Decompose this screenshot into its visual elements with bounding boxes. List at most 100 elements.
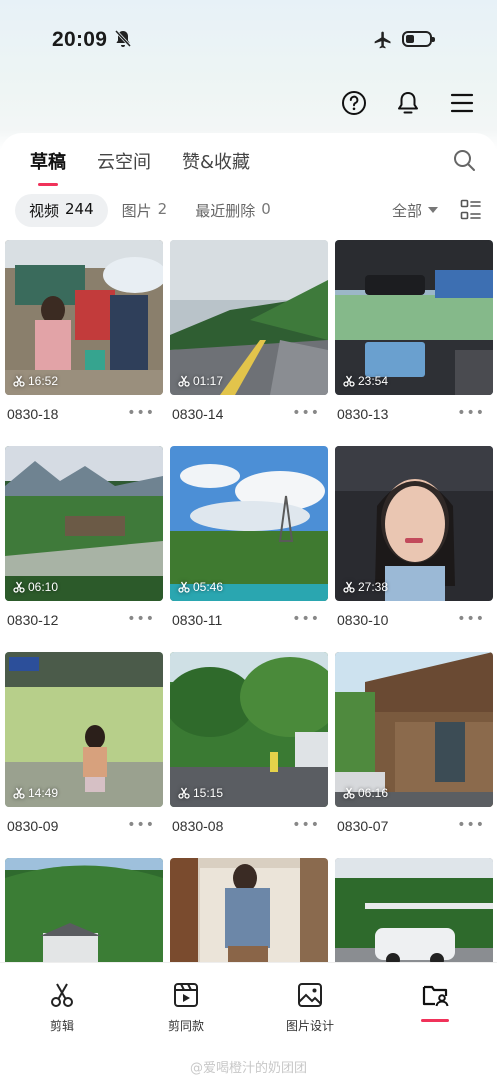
draft-duration: 15:15 — [178, 786, 223, 800]
help-icon[interactable] — [339, 88, 369, 118]
more-options-icon[interactable]: ••• — [127, 611, 155, 627]
tab-drafts[interactable]: 草稿 — [30, 148, 66, 186]
airplane-mode-icon — [374, 31, 391, 49]
draft-name: 0830-12 — [7, 612, 59, 628]
more-options-icon[interactable]: ••• — [457, 405, 485, 421]
draft-item[interactable]: 14:49 0830-09 ••• — [5, 652, 163, 858]
draft-thumbnail[interactable]: 16:52 — [5, 240, 163, 395]
tab-likes-favorites[interactable]: 赞&收藏 — [182, 148, 250, 174]
draft-thumbnail[interactable]: 14:49 — [5, 652, 163, 807]
draft-preview-image — [335, 240, 493, 395]
nav-label: 图片设计 — [285, 1019, 334, 1033]
more-options-icon[interactable]: ••• — [292, 817, 320, 833]
scissors-icon — [13, 581, 25, 593]
draft-item[interactable]: 06:10 0830-12 ••• — [5, 446, 163, 652]
scissors-icon — [343, 581, 355, 593]
image-design-icon — [298, 983, 322, 1007]
scissors-icon — [13, 787, 25, 799]
draft-preview-image — [170, 240, 328, 395]
draft-item[interactable]: 16:52 0830-18 ••• — [5, 240, 163, 446]
filter-images[interactable]: 图片 2 — [108, 194, 182, 227]
more-options-icon[interactable]: ••• — [127, 817, 155, 833]
duration-text: 14:49 — [28, 786, 59, 800]
nav-templates[interactable]: 剪同款 — [146, 981, 226, 1034]
filter-label: 视频 — [29, 201, 60, 220]
draft-thumbnail[interactable]: 06:16 — [335, 652, 493, 807]
notification-bell-icon[interactable] — [393, 88, 423, 118]
duration-text: 05:46 — [193, 580, 224, 594]
draft-preview-image — [170, 858, 328, 963]
filter-recently-deleted[interactable]: 最近删除 0 — [181, 194, 285, 227]
draft-name: 0830-07 — [337, 818, 389, 834]
draft-preview-image — [170, 652, 328, 807]
sort-label: 全部 — [391, 201, 422, 220]
draft-duration: 06:10 — [13, 580, 58, 594]
draft-name: 0830-08 — [172, 818, 224, 834]
duration-text: 01:17 — [193, 374, 224, 388]
duration-text: 15:15 — [193, 786, 224, 800]
draft-item[interactable]: 23:54 0830-13 ••• — [335, 240, 493, 446]
draft-thumbnail[interactable] — [5, 858, 163, 963]
duration-text: 23:54 — [358, 374, 389, 388]
sort-dropdown[interactable]: 全部 — [392, 200, 438, 221]
scissors-icon — [178, 581, 190, 593]
draft-duration: 14:49 — [13, 786, 58, 800]
filter-bar: 视频 244 图片 2 最近删除 0 全部 — [15, 193, 482, 227]
more-options-icon[interactable]: ••• — [457, 817, 485, 833]
active-tab-indicator — [421, 1019, 449, 1022]
more-options-icon[interactable]: ••• — [457, 611, 485, 627]
draft-preview-image — [335, 446, 493, 601]
draft-item[interactable]: 27:38 0830-10 ••• — [335, 446, 493, 652]
draft-duration: 01:17 — [178, 374, 223, 388]
more-options-icon[interactable]: ••• — [127, 405, 155, 421]
draft-thumbnail[interactable]: 15:15 — [170, 652, 328, 807]
draft-item[interactable]: 05:46 0830-11 ••• — [170, 446, 328, 652]
draft-name: 0830-18 — [7, 406, 59, 422]
draft-thumbnail[interactable]: 05:46 — [170, 446, 328, 601]
draft-item[interactable] — [335, 858, 493, 963]
draft-name: 0830-10 — [337, 612, 389, 628]
main-tabs: 草稿 云空间 赞&收藏 — [30, 148, 250, 186]
more-options-icon[interactable]: ••• — [292, 405, 320, 421]
draft-thumbnail[interactable]: 06:10 — [5, 446, 163, 601]
filter-count: 0 — [261, 199, 271, 218]
draft-name: 0830-14 — [172, 406, 224, 422]
filter-count: 2 — [157, 199, 168, 218]
draft-preview-image — [5, 858, 163, 963]
tab-cloud-space[interactable]: 云空间 — [97, 148, 151, 174]
draft-preview-image — [5, 652, 163, 807]
list-view-toggle-icon[interactable] — [460, 199, 482, 221]
draft-item[interactable] — [170, 858, 328, 963]
nav-label: 剪同款 — [167, 1019, 204, 1033]
draft-name: 0830-11 — [172, 612, 223, 628]
nav-label: 剪辑 — [49, 1019, 74, 1033]
scissors-icon — [343, 375, 355, 387]
menu-icon[interactable] — [447, 88, 477, 118]
draft-item[interactable]: 06:16 0830-07 ••• — [335, 652, 493, 858]
draft-thumbnail[interactable]: 23:54 — [335, 240, 493, 395]
chevron-down-icon — [428, 207, 438, 213]
filter-videos[interactable]: 视频 244 — [15, 193, 108, 227]
status-time: 20:09 — [52, 28, 108, 51]
drafts-grid: 16:52 0830-18 ••• 01:17 0830-14 ••• 23:54 0830-… — [5, 240, 493, 963]
draft-duration: 05:46 — [178, 580, 223, 594]
draft-item[interactable] — [5, 858, 163, 963]
duration-text: 06:10 — [28, 580, 59, 594]
draft-thumbnail[interactable]: 27:38 — [335, 446, 493, 601]
draft-item[interactable]: 01:17 0830-14 ••• — [170, 240, 328, 446]
search-icon[interactable] — [452, 148, 476, 172]
nav-edit[interactable]: 剪辑 — [22, 981, 102, 1034]
draft-name: 0830-09 — [7, 818, 59, 834]
status-bar: 20:09 — [0, 0, 497, 80]
battery-icon — [402, 31, 435, 47]
template-icon — [174, 983, 198, 1007]
more-options-icon[interactable]: ••• — [292, 611, 320, 627]
draft-thumbnail[interactable] — [170, 858, 328, 963]
nav-drafts[interactable] — [395, 981, 475, 1013]
draft-thumbnail[interactable] — [335, 858, 493, 963]
nav-image-design[interactable]: 图片设计 — [270, 981, 350, 1034]
draft-item[interactable]: 15:15 0830-08 ••• — [170, 652, 328, 858]
draft-thumbnail[interactable]: 01:17 — [170, 240, 328, 395]
draft-duration: 23:54 — [343, 374, 388, 388]
watermark: @爱喝橙汁的奶团团 — [189, 1061, 307, 1076]
